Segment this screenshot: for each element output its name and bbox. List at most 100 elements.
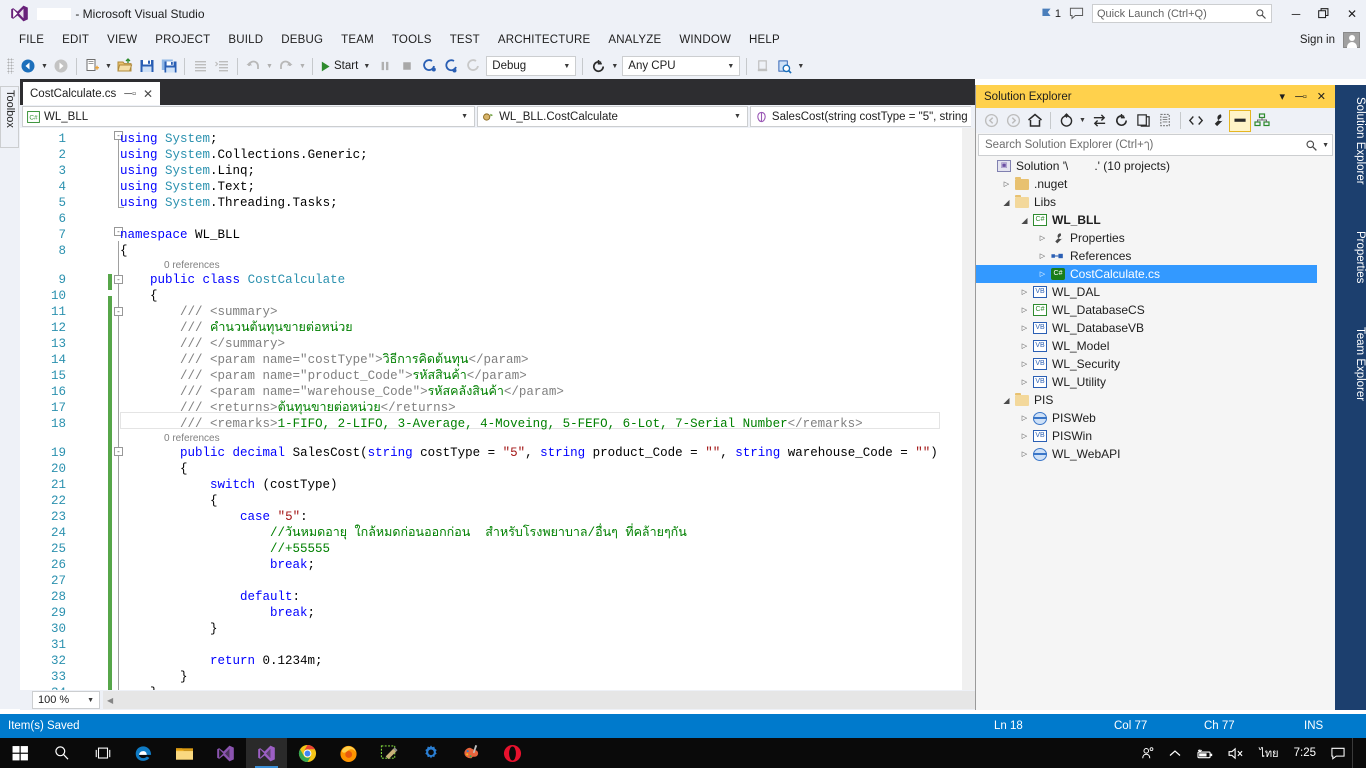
se-show-all-files-button[interactable] bbox=[1154, 110, 1176, 132]
solution-explorer-search-input[interactable]: Search Solution Explorer (Ctrl+ๅ) ▼ bbox=[978, 134, 1333, 156]
tree-item[interactable]: ▷VBWL_Model bbox=[976, 337, 1317, 355]
expand-arrow-icon[interactable]: ▷ bbox=[1000, 180, 1013, 188]
show-hidden-icons-button[interactable] bbox=[1162, 749, 1188, 758]
tree-item[interactable]: ▷References bbox=[976, 247, 1317, 265]
expand-arrow-icon[interactable]: ▷ bbox=[1036, 234, 1049, 242]
expand-arrow-icon[interactable]: ▷ bbox=[1036, 252, 1049, 260]
code-line[interactable]: /// <summary> bbox=[120, 304, 278, 320]
toolbar-overflow-button[interactable]: ▼ bbox=[795, 63, 806, 70]
maximize-restore-button[interactable] bbox=[1310, 0, 1338, 27]
undo-button[interactable] bbox=[242, 55, 264, 77]
code-line[interactable]: using System.Threading.Tasks; bbox=[120, 195, 338, 211]
pause-button[interactable] bbox=[374, 55, 396, 77]
file-explorer-button[interactable] bbox=[164, 738, 205, 768]
start-dropdown[interactable]: ▼ bbox=[361, 63, 372, 70]
menu-item-edit[interactable]: EDIT bbox=[53, 31, 98, 49]
action-center-button[interactable] bbox=[1324, 747, 1352, 760]
edge-button[interactable] bbox=[123, 738, 164, 768]
taskbar-clock[interactable]: 7:25 bbox=[1286, 747, 1324, 759]
code-line[interactable]: case "5": bbox=[120, 509, 308, 525]
task-view-button[interactable] bbox=[82, 738, 123, 768]
code-line[interactable]: { bbox=[120, 243, 128, 259]
code-line[interactable]: default: bbox=[120, 589, 300, 605]
comment-button[interactable] bbox=[189, 55, 211, 77]
code-line[interactable]: using System.Text; bbox=[120, 179, 255, 195]
se-preview-selected-items-button[interactable] bbox=[1229, 110, 1251, 132]
se-home-button[interactable] bbox=[1024, 110, 1046, 132]
search-options-dropdown[interactable]: ▼ bbox=[1318, 142, 1329, 149]
navbar-member-combo[interactable]: SalesCost(string costType = "5", string bbox=[750, 106, 971, 127]
panel-close-button[interactable]: ✕ bbox=[1312, 90, 1331, 103]
navigate-forward-button[interactable] bbox=[50, 55, 72, 77]
editor-vertical-scrollbar[interactable] bbox=[962, 128, 975, 690]
language-indicator[interactable]: ไทย bbox=[1252, 744, 1285, 762]
tree-item[interactable]: ▷VBWL_Security bbox=[976, 355, 1317, 373]
code-text-area[interactable]: using System;using System.Collections.Ge… bbox=[20, 128, 975, 690]
code-line[interactable]: //วันหมดอายุ ใกล้หมดก่อนออกก่อน สำหรับโร… bbox=[120, 525, 687, 541]
start-button[interactable] bbox=[0, 738, 41, 768]
tree-item[interactable]: ▷VBWL_DatabaseVB bbox=[976, 319, 1317, 337]
new-project-dropdown[interactable]: ▼ bbox=[103, 63, 114, 70]
tree-item-selected[interactable]: ▷C#CostCalculate.cs bbox=[976, 265, 1317, 283]
new-project-button[interactable] bbox=[81, 55, 103, 77]
visual-studio-active-button[interactable] bbox=[246, 738, 287, 768]
document-tab-costcalculate[interactable]: CostCalculate.cs ─▫ ✕ bbox=[23, 82, 160, 105]
undo-dropdown[interactable]: ▼ bbox=[264, 63, 275, 70]
se-view-code-button[interactable] bbox=[1185, 110, 1207, 132]
avatar[interactable] bbox=[1343, 32, 1360, 48]
close-button[interactable]: ✕ bbox=[1338, 0, 1366, 27]
code-line[interactable]: return 0.1234m; bbox=[120, 653, 323, 669]
menu-item-architecture[interactable]: ARCHITECTURE bbox=[489, 31, 600, 49]
navigate-backward-button[interactable] bbox=[17, 55, 39, 77]
attach-process-button[interactable] bbox=[751, 55, 773, 77]
menu-item-window[interactable]: WINDOW bbox=[670, 31, 740, 49]
people-button[interactable] bbox=[1134, 746, 1162, 760]
notification-flag-button[interactable]: 1 bbox=[1040, 7, 1061, 20]
se-sync-button[interactable] bbox=[1088, 110, 1110, 132]
code-line[interactable]: using System.Linq; bbox=[120, 163, 255, 179]
menu-item-file[interactable]: FILE bbox=[10, 31, 53, 49]
visual-studio-button[interactable] bbox=[205, 738, 246, 768]
code-line[interactable]: /// คำนวนต้นทุนขายต่อหน่วย bbox=[120, 320, 353, 336]
tree-item[interactable]: ▷Properties bbox=[976, 229, 1317, 247]
start-debug-button[interactable]: Start ▼ bbox=[317, 60, 374, 73]
code-line[interactable]: break; bbox=[120, 605, 315, 621]
opera-button[interactable] bbox=[492, 738, 533, 768]
network-battery-button[interactable] bbox=[1188, 747, 1221, 760]
expand-arrow-icon[interactable]: ▷ bbox=[1018, 450, 1031, 458]
step-into-button[interactable] bbox=[418, 55, 440, 77]
expand-arrow-icon[interactable]: ▷ bbox=[1018, 378, 1031, 386]
expand-arrow-icon[interactable]: ▷ bbox=[1018, 360, 1031, 368]
chrome-button[interactable] bbox=[287, 738, 328, 768]
menu-item-help[interactable]: HELP bbox=[740, 31, 789, 49]
code-line[interactable]: /// </summary> bbox=[120, 336, 285, 352]
tree-item[interactable]: ▣Solution '\.' (10 projects) bbox=[976, 157, 1317, 175]
show-desktop-button[interactable] bbox=[1352, 738, 1362, 768]
uncomment-button[interactable] bbox=[211, 55, 233, 77]
code-line[interactable]: { bbox=[120, 288, 158, 304]
navbar-type-combo[interactable]: WL_BLL.CostCalculate ▼ bbox=[477, 106, 748, 127]
code-line[interactable]: } bbox=[120, 669, 188, 685]
dock-tab-team-explorer[interactable]: Team Explorer bbox=[1335, 318, 1366, 401]
code-line[interactable]: /// <param name="costType">วิธีการคิดต้น… bbox=[120, 352, 528, 368]
code-line[interactable]: public class CostCalculate bbox=[120, 272, 345, 288]
find-in-files-button[interactable] bbox=[773, 55, 795, 77]
expand-arrow-icon[interactable]: ▷ bbox=[1018, 342, 1031, 350]
code-line[interactable]: break; bbox=[120, 557, 315, 573]
expand-arrow-icon[interactable]: ▷ bbox=[1018, 306, 1031, 314]
expand-arrow-icon[interactable]: ▷ bbox=[1036, 270, 1049, 278]
expand-arrow-icon[interactable]: ▷ bbox=[1018, 324, 1031, 332]
solution-platform-combo[interactable]: Any CPU ▼ bbox=[622, 56, 740, 76]
navigate-backward-dropdown[interactable]: ▼ bbox=[39, 63, 50, 70]
se-forward-button[interactable] bbox=[1002, 110, 1024, 132]
code-line[interactable]: /// <param name="product_Code">รหัสสินค้… bbox=[120, 368, 527, 384]
panel-dropdown-button[interactable]: ▾ bbox=[1275, 90, 1291, 103]
se-pending-changes-button[interactable] bbox=[1055, 110, 1077, 132]
code-line[interactable]: using System.Collections.Generic; bbox=[120, 147, 368, 163]
tree-item[interactable]: ▷PISWeb bbox=[976, 409, 1317, 427]
minimize-button[interactable]: ─ bbox=[1282, 0, 1310, 27]
menu-item-project[interactable]: PROJECT bbox=[146, 31, 219, 49]
code-line[interactable]: /// <remarks>1-FIFO, 2-LIFO, 3-Average, … bbox=[120, 416, 863, 432]
tree-item[interactable]: ▷VBWL_DAL bbox=[976, 283, 1317, 301]
quick-launch-input[interactable]: Quick Launch (Ctrl+Q) bbox=[1092, 4, 1272, 23]
